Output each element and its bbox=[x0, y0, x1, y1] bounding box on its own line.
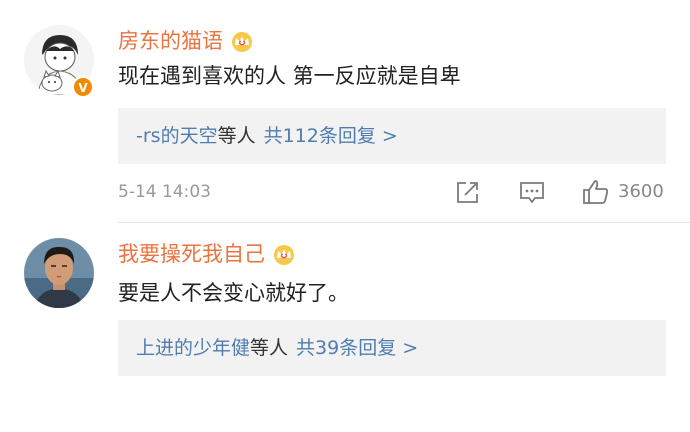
reply-count[interactable]: 共39条回复 > bbox=[296, 337, 418, 359]
reply-nickname[interactable]: -rs的天空 bbox=[136, 125, 218, 147]
avatar[interactable] bbox=[24, 238, 94, 308]
like-count: 3600 bbox=[618, 181, 664, 202]
reply-count[interactable]: 共112条回复 > bbox=[264, 125, 398, 147]
like-button[interactable] bbox=[580, 176, 612, 208]
replies-box[interactable]: 上进的少年健等人 共39条回复 > bbox=[118, 320, 666, 376]
divider bbox=[118, 222, 690, 223]
svg-text:V: V bbox=[78, 81, 88, 95]
share-icon bbox=[457, 182, 478, 203]
man-portrait-icon bbox=[24, 238, 94, 308]
reply-suffix: 等人 bbox=[217, 125, 256, 147]
comment-button[interactable] bbox=[516, 176, 548, 208]
replies-box[interactable]: -rs的天空等人 共112条回复 > bbox=[118, 108, 666, 164]
verified-badge-icon: V bbox=[72, 76, 94, 98]
timestamp: 5-14 14:03 bbox=[118, 182, 211, 202]
username-text[interactable]: 房东的猫语 bbox=[118, 29, 223, 53]
thumbs-up-icon bbox=[583, 180, 609, 204]
username[interactable]: 我要操死我自己 bbox=[118, 241, 297, 267]
comment-text: 要是人不会变心就好了。 bbox=[118, 281, 349, 305]
crown-icon bbox=[271, 244, 297, 266]
username-text[interactable]: 我要操死我自己 bbox=[118, 242, 265, 266]
share-button[interactable] bbox=[452, 176, 484, 208]
reply-suffix: 等人 bbox=[250, 337, 289, 359]
username[interactable]: 房东的猫语 bbox=[118, 28, 255, 54]
comment-icon bbox=[520, 182, 544, 204]
reply-nickname[interactable]: 上进的少年健 bbox=[136, 337, 250, 359]
comment-text: 现在遇到喜欢的人 第一反应就是自卑 bbox=[118, 64, 461, 88]
crown-icon bbox=[229, 31, 255, 53]
